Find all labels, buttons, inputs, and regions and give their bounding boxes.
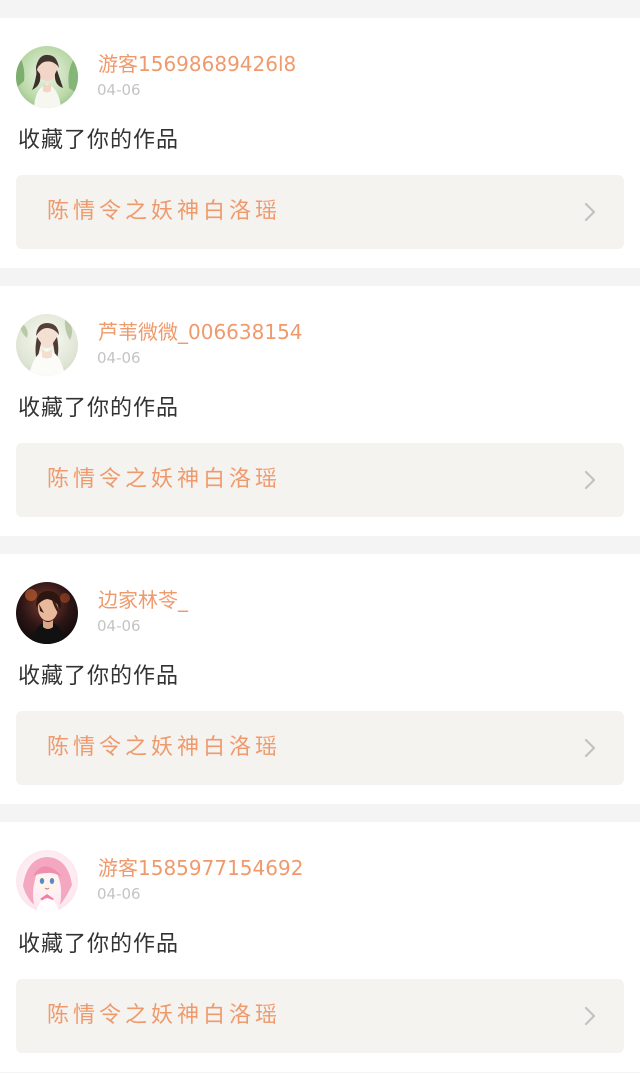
username[interactable]: 游客1585977154692 xyxy=(98,856,303,880)
work-link[interactable]: 陈情令之妖神白洛瑶 xyxy=(16,979,624,1053)
work-title: 陈情令之妖神白洛瑶 xyxy=(47,467,282,492)
work-link[interactable]: 陈情令之妖神白洛瑶 xyxy=(16,711,624,785)
notification-card-1: 游客15698689426l8 04-06 收藏了你的作品 陈情令之妖神白洛瑶 xyxy=(0,18,640,268)
chevron-right-icon xyxy=(584,738,596,758)
work-link[interactable]: 陈情令之妖神白洛瑶 xyxy=(16,443,624,517)
work-title: 陈情令之妖神白洛瑶 xyxy=(47,1003,282,1028)
chevron-right-icon xyxy=(584,202,596,222)
avatar[interactable] xyxy=(16,582,78,644)
avatar-woman-green-garden-icon xyxy=(16,46,78,108)
username[interactable]: 芦苇微微_006638154 xyxy=(98,320,303,344)
action-text: 收藏了你的作品 xyxy=(18,396,180,421)
notification-card-3: 边家林苓_ 04-06 收藏了你的作品 陈情令之妖神白洛瑶 xyxy=(0,554,640,804)
work-title: 陈情令之妖神白洛瑶 xyxy=(47,199,282,224)
post-date: 04-06 xyxy=(97,349,141,367)
work-title: 陈情令之妖神白洛瑶 xyxy=(47,735,282,760)
avatar[interactable] xyxy=(16,46,78,108)
notification-feed: 游客15698689426l8 04-06 收藏了你的作品 陈情令之妖神白洛瑶 xyxy=(0,0,640,1073)
post-date: 04-06 xyxy=(97,885,141,903)
avatar-anime-pink-hair-icon xyxy=(16,850,78,912)
avatar-woman-white-dress-icon xyxy=(16,314,78,376)
chevron-right-icon xyxy=(584,470,596,490)
post-date: 04-06 xyxy=(97,81,141,99)
action-text: 收藏了你的作品 xyxy=(18,932,180,957)
work-link[interactable]: 陈情令之妖神白洛瑶 xyxy=(16,175,624,249)
post-date: 04-06 xyxy=(97,617,141,635)
chevron-right-icon xyxy=(584,1006,596,1026)
username[interactable]: 游客15698689426l8 xyxy=(98,52,296,76)
notification-card-4: 游客1585977154692 04-06 收藏了你的作品 陈情令之妖神白洛瑶 xyxy=(0,822,640,1072)
action-text: 收藏了你的作品 xyxy=(18,664,180,689)
notification-card-2: 芦苇微微_006638154 04-06 收藏了你的作品 陈情令之妖神白洛瑶 xyxy=(0,286,640,536)
action-text: 收藏了你的作品 xyxy=(18,128,180,153)
avatar[interactable] xyxy=(16,850,78,912)
username[interactable]: 边家林苓_ xyxy=(98,588,188,612)
avatar-man-dark-portrait-icon xyxy=(16,582,78,644)
avatar[interactable] xyxy=(16,314,78,376)
